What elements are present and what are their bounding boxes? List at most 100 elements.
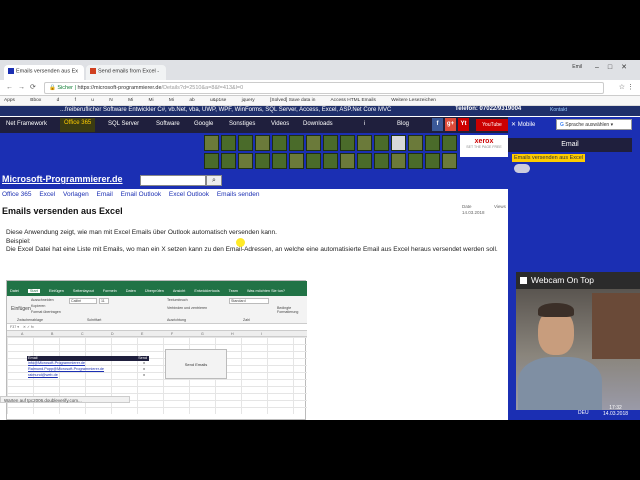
bookmark[interactable]: u&p1se bbox=[210, 98, 226, 103]
column-header: I bbox=[261, 332, 262, 336]
conditional-format-label: Bedingte Formatierung bbox=[277, 306, 299, 314]
ad-thumbnail[interactable] bbox=[357, 135, 372, 151]
nav-videos[interactable]: Videos bbox=[271, 121, 289, 127]
tab-send-emails[interactable]: Send emails from Excel - bbox=[86, 65, 166, 80]
table-row: raimund@web.de x bbox=[27, 373, 149, 379]
ad-thumbnail[interactable] bbox=[425, 135, 440, 151]
bookmark[interactable]: Bbox bbox=[30, 98, 41, 103]
bookmark[interactable]: u bbox=[91, 98, 94, 103]
column-header: D bbox=[111, 332, 114, 336]
navigation-buttons[interactable]: ←→⟳ bbox=[6, 83, 41, 91]
nav-blog[interactable]: Blog bbox=[397, 121, 409, 127]
ad-thumbnail[interactable] bbox=[238, 153, 253, 169]
bookmark[interactable]: f bbox=[75, 98, 76, 103]
url-field[interactable]: 🔒 Sicher | https://microsoft-programmier… bbox=[44, 82, 604, 94]
clock[interactable]: 17:32 14.03.2018 bbox=[603, 405, 628, 417]
breadcrumb-item[interactable]: Email Outlook bbox=[121, 191, 161, 198]
nav-info[interactable]: i bbox=[364, 121, 365, 127]
ad-thumbnail[interactable] bbox=[374, 135, 389, 151]
ad-thumbnail[interactable] bbox=[221, 135, 236, 151]
bookmark[interactable]: Weitere Lesezeichen bbox=[391, 98, 436, 103]
ad-thumbnail[interactable] bbox=[374, 153, 389, 169]
ad-thumbnail[interactable] bbox=[238, 135, 253, 151]
ad-thumbnail[interactable] bbox=[306, 135, 321, 151]
google-plus-icon[interactable]: g+ bbox=[445, 118, 456, 131]
sidebar-link-emails[interactable]: Emails versenden aus Excel bbox=[512, 154, 586, 162]
youtube-button[interactable]: YouTube bbox=[476, 119, 508, 131]
search-input[interactable] bbox=[140, 175, 206, 186]
article-meta: Date 14.03.2018 Views bbox=[462, 204, 506, 216]
ad-thumbnail[interactable] bbox=[391, 135, 406, 151]
window-controls[interactable]: Emil –□✕ bbox=[572, 63, 636, 71]
mobile-link[interactable]: ✕ Mobile bbox=[511, 121, 535, 128]
breadcrumb-item[interactable]: Vorlagen bbox=[63, 191, 89, 198]
search-button[interactable]: ⌕ bbox=[206, 175, 222, 186]
ad-thumbnail[interactable] bbox=[255, 135, 270, 151]
expand-icon: ✕ bbox=[511, 122, 517, 128]
ad-thumbnail[interactable] bbox=[323, 135, 338, 151]
nav-office-365[interactable]: Office 365 bbox=[60, 118, 96, 132]
ad-thumbnail[interactable] bbox=[289, 153, 304, 169]
article-paragraph: Diese Anwendung zeigt, wie man mit Excel… bbox=[6, 229, 277, 236]
ad-thumbnail[interactable] bbox=[408, 153, 423, 169]
ad-thumbnail[interactable] bbox=[306, 153, 321, 169]
bookmark[interactable]: Mi bbox=[149, 98, 154, 103]
ad-thumbnail[interactable] bbox=[425, 153, 440, 169]
secure-label: Sicher bbox=[57, 85, 73, 91]
breadcrumb-item[interactable]: Excel Outlook bbox=[169, 191, 209, 198]
site-brand[interactable]: Microsoft-Programmierer.de bbox=[2, 174, 123, 184]
nav-sql-server[interactable]: SQL Server bbox=[108, 121, 139, 127]
bookmark[interactable]: N bbox=[109, 98, 112, 103]
excel-tab: Start bbox=[27, 289, 40, 293]
nav-software[interactable]: Software bbox=[156, 121, 180, 127]
ad-thumbnail[interactable] bbox=[221, 153, 236, 169]
tab-emails-versenden[interactable]: Emails versenden aus Ex bbox=[4, 65, 84, 80]
excel-ribbon: Einfügen Ausschneiden Kopieren Format üb… bbox=[7, 296, 307, 324]
ad-thumbnail[interactable] bbox=[408, 135, 423, 151]
nav-net-framework[interactable]: Net Framework bbox=[6, 121, 47, 127]
table-header-email: Email bbox=[28, 356, 38, 360]
nav-sonstiges[interactable]: Sonstiges bbox=[229, 121, 255, 127]
ad-thumbnail[interactable] bbox=[272, 153, 287, 169]
bookmark[interactable]: Mi bbox=[128, 98, 133, 103]
bookmark[interactable]: ab bbox=[189, 98, 194, 103]
bookmark[interactable]: [Solved] Save data in bbox=[270, 98, 315, 103]
webcam-window[interactable]: Webcam On Top bbox=[516, 272, 640, 410]
send-cell: x bbox=[143, 367, 145, 371]
bookmark[interactable]: Access HTML Emails bbox=[330, 98, 375, 103]
sidebar-toggle[interactable] bbox=[514, 164, 530, 173]
ad-thumbnail[interactable] bbox=[289, 135, 304, 151]
ad-thumbnail[interactable] bbox=[204, 153, 219, 169]
bookmark[interactable]: d bbox=[57, 98, 60, 103]
breadcrumb-item[interactable]: Email bbox=[97, 191, 113, 198]
breadcrumb-item[interactable]: Office 365 bbox=[2, 191, 32, 198]
ad-thumbnail[interactable] bbox=[391, 153, 406, 169]
facebook-icon[interactable]: f bbox=[432, 118, 443, 131]
nav-downloads[interactable]: Downloads bbox=[303, 121, 333, 127]
nav-google[interactable]: Google bbox=[194, 121, 213, 127]
breadcrumb-item[interactable]: Excel bbox=[39, 191, 55, 198]
webcam-title-bar[interactable]: Webcam On Top bbox=[516, 272, 640, 289]
ad-thumbnail[interactable] bbox=[204, 135, 219, 151]
ad-thumbnail[interactable] bbox=[323, 153, 338, 169]
contact-link[interactable]: Kontakt bbox=[550, 107, 567, 113]
ad-thumbnail[interactable] bbox=[442, 153, 457, 169]
bookmark[interactable]: jquery bbox=[242, 98, 255, 103]
language-indicator[interactable]: DEU bbox=[578, 410, 589, 416]
font-size: 11 bbox=[99, 298, 109, 304]
ad-thumbnail[interactable] bbox=[442, 135, 457, 151]
ad-thumbnail[interactable] bbox=[340, 153, 355, 169]
ad-thumbnail[interactable] bbox=[255, 153, 270, 169]
breadcrumb-item[interactable]: Emails senden bbox=[217, 191, 260, 198]
xerox-ad[interactable]: xerox SET THE PAGE FREE bbox=[460, 135, 508, 157]
ad-thumbnail[interactable] bbox=[272, 135, 287, 151]
browser-menu-icon[interactable]: ☆ ⋮ bbox=[619, 83, 634, 91]
bookmark[interactable]: Apps bbox=[4, 98, 15, 103]
ad-thumbnails[interactable] bbox=[204, 135, 460, 171]
bookmark[interactable]: Mi bbox=[169, 98, 174, 103]
language-select[interactable]: G Sprache auswählen ▾ bbox=[556, 119, 632, 130]
screen: Emails versenden aus Ex Send emails from… bbox=[0, 60, 640, 420]
ad-thumbnail[interactable] bbox=[340, 135, 355, 151]
ad-thumbnail[interactable] bbox=[357, 153, 372, 169]
youtube-icon[interactable]: Yt bbox=[458, 118, 469, 131]
